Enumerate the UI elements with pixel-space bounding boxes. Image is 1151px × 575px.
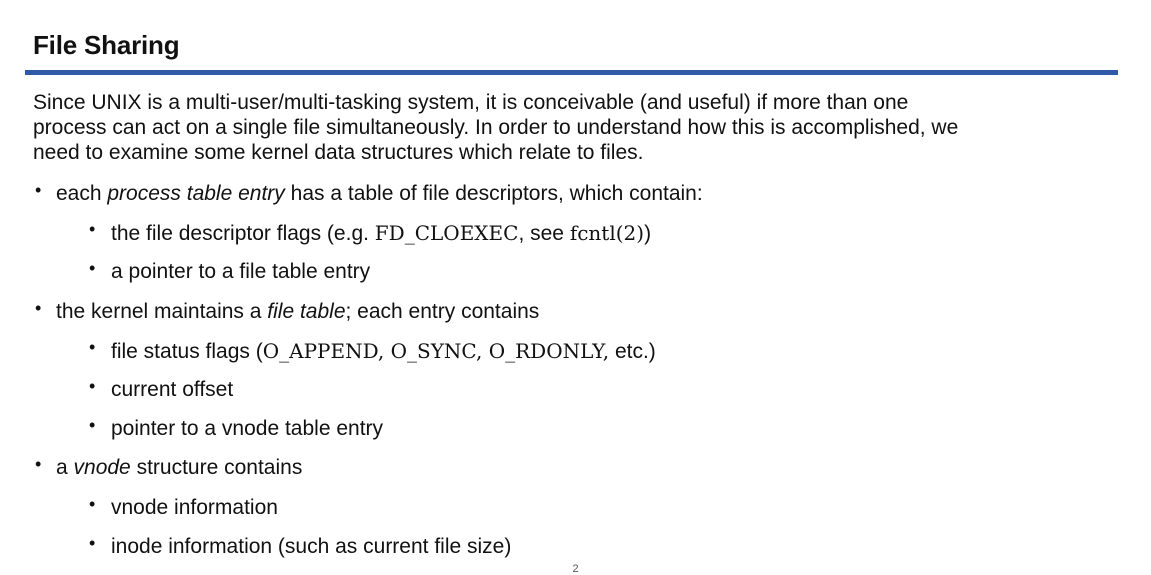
text-run: ) [644,222,652,246]
sub-bullet-inode-information: • inode information (such as current fil… [0,529,1151,568]
emphasis-term: vnode [73,456,131,480]
sub-bullet-file-table-pointer: • a pointer to a file table entry [0,254,1151,293]
bullet-text: pointer to a vnode table entry [111,417,384,441]
bullet-dot-icon: • [89,336,96,357]
emphasis-term: file table [267,299,346,323]
text-run: a [56,456,74,480]
bullet-dot-icon: • [89,415,96,436]
bullet-dot-icon: • [35,180,42,200]
title-underline-rule [25,70,1118,75]
text-run: has a table of file descriptors, which c… [284,182,703,205]
bullet-dot-icon: • [89,532,96,553]
emphasis-term: process table entry [107,182,285,205]
text-run: file status flags ( [111,339,263,363]
bullet-text: the file descriptor flags (e.g. FD_CLOEX… [111,215,651,252]
page-number: 2 [572,563,579,575]
bullet-text: inode information (such as current file … [111,534,512,558]
bullet-dot-icon: • [89,219,96,240]
intro-line-3: need to examine some kernel data structu… [33,141,644,164]
text-run: ; each entry contains [345,299,540,323]
slide-title: File Sharing [33,30,180,60]
code-term: FD_CLOEXEC [374,221,519,246]
bullet-text: a pointer to a file table entry [111,260,371,284]
bullet-text: file status flags (O_APPEND, O_SYNC, O_R… [111,333,656,370]
intro-paragraph: Since UNIX is a multi-user/multi-tasking… [33,90,1123,165]
bullet-text: the kernel maintains a file table; each … [56,294,539,330]
text-run: etc.) [609,339,656,363]
code-term: fcntl(2) [569,221,645,246]
sub-bullet-vnode-information: • vnode information [0,490,1151,529]
bullet-dot-icon: • [35,297,42,318]
bullet-text: a vnode structure contains [56,450,302,486]
text-run: , see [518,222,570,246]
code-term: O_APPEND, O_SYNC, O_RDONLY, [262,338,610,363]
bullet-dot-icon: • [35,454,42,475]
bullet-dot-icon: • [89,375,96,396]
sub-bullet-fd-flags: • the file descriptor flags (e.g. FD_CLO… [0,215,1151,254]
text-run: structure contains [130,456,303,480]
sub-bullet-vnode-pointer: • pointer to a vnode table entry [0,411,1151,450]
intro-line-2: process can act on a single file simulta… [33,116,959,139]
bullet-list: • each process table entry has a table o… [0,176,1151,568]
bullet-process-table-entry: • each process table entry has a table o… [0,176,1151,215]
bullet-text: each process table entry has a table of … [56,176,703,212]
bullet-vnode-structure: • a vnode structure contains [0,450,1151,489]
bullet-dot-icon: • [89,493,96,514]
sub-bullet-current-offset: • current offset [0,372,1151,411]
text-run: each [56,182,108,205]
text-run: the kernel maintains a [56,299,268,323]
bullet-kernel-file-table: • the kernel maintains a file table; eac… [0,294,1151,333]
bullet-text: current offset [111,377,234,401]
text-run: the file descriptor flags (e.g. [111,222,375,246]
bullet-dot-icon: • [89,258,96,279]
sub-bullet-status-flags: • file status flags (O_APPEND, O_SYNC, O… [0,333,1151,372]
bullet-text: vnode information [111,495,278,519]
intro-line-1: Since UNIX is a multi-user/multi-tasking… [33,91,909,114]
